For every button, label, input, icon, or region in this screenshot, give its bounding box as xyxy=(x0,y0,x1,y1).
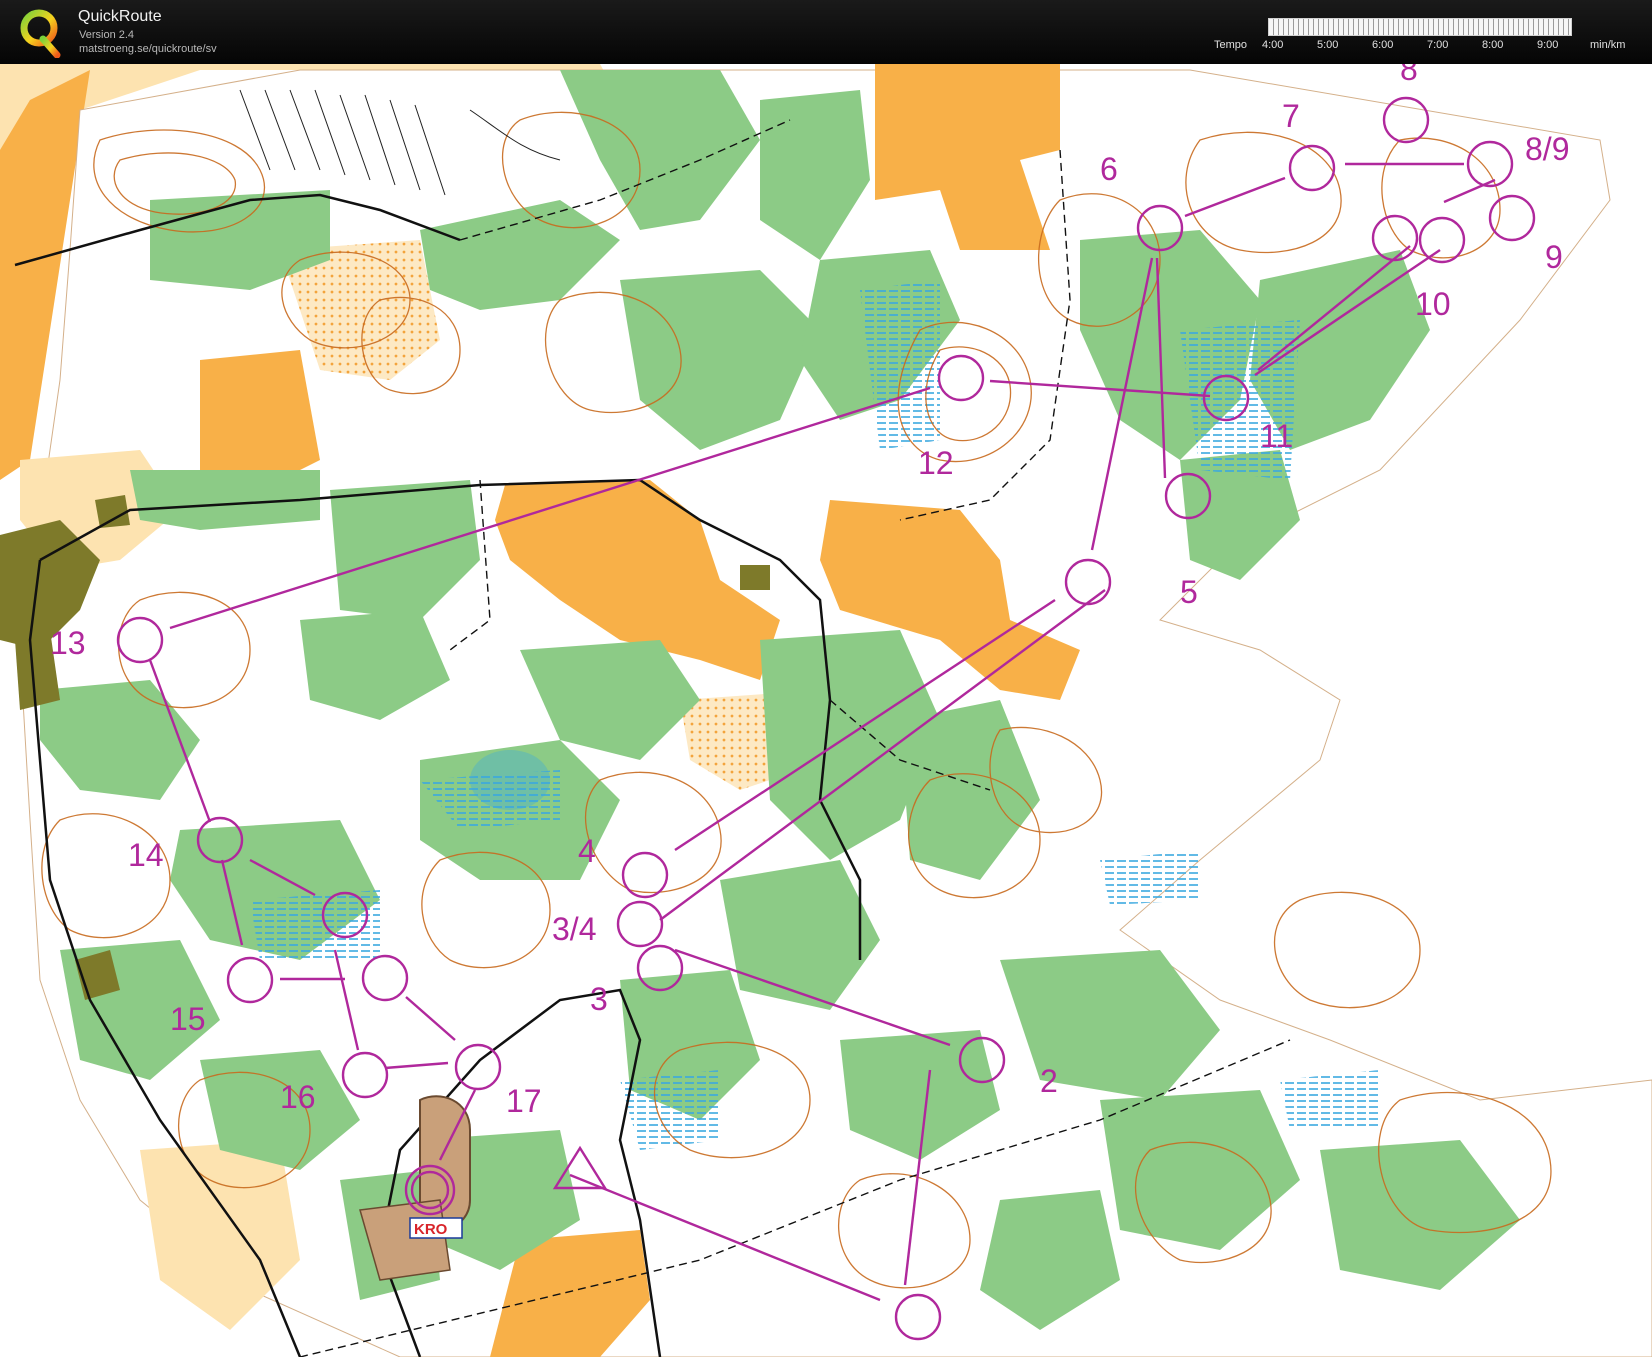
orienteering-map[interactable]: 2 3 3/4 4 5 6 7 8 8/9 9 10 11 12 13 14 1… xyxy=(0,64,1652,1357)
control-label: 17 xyxy=(506,1083,542,1119)
control-label: 16 xyxy=(280,1079,316,1115)
control-label: 4 xyxy=(578,833,596,869)
control-label: 9 xyxy=(1545,239,1563,275)
control-label: 6 xyxy=(1100,151,1118,187)
tempo-tick: 9:00 xyxy=(1537,39,1559,51)
app-title: QuickRoute xyxy=(78,8,162,25)
control-label: 10 xyxy=(1415,286,1451,322)
control-label: 5 xyxy=(1180,574,1198,610)
tempo-tick: 6:00 xyxy=(1372,39,1394,51)
control-label: 2 xyxy=(1040,1063,1058,1099)
tempo-tick: 5:00 xyxy=(1317,39,1339,51)
control-label: 3 xyxy=(590,981,608,1017)
control-label: 13 xyxy=(50,625,86,661)
svg-text:KRO: KRO xyxy=(414,1221,448,1238)
tempo-label: Tempo xyxy=(1214,39,1248,51)
tempo-unit: min/km xyxy=(1590,39,1626,51)
tempo-scale-bar xyxy=(1268,18,1572,36)
app-version: Version 2.4 xyxy=(79,29,135,41)
tempo-tick: 4:00 xyxy=(1262,39,1284,51)
control-label: 14 xyxy=(128,837,164,873)
club-logo: KRO xyxy=(409,1217,463,1239)
control-label: 8/9 xyxy=(1525,131,1569,167)
app-header: QuickRoute Version 2.4 matstroeng.se/qui… xyxy=(0,0,1652,64)
quickroute-logo-icon xyxy=(20,9,61,58)
app-url[interactable]: matstroeng.se/quickroute/sv xyxy=(79,43,217,55)
control-label: 3/4 xyxy=(552,911,596,947)
control-label: 15 xyxy=(170,1001,206,1037)
tempo-tick: 7:00 xyxy=(1427,39,1449,51)
control-label: 7 xyxy=(1282,98,1300,134)
control-label: 8 xyxy=(1400,64,1418,87)
control-label: 11 xyxy=(1260,418,1293,454)
control-label: 12 xyxy=(918,445,954,481)
tempo-tick: 8:00 xyxy=(1482,39,1504,51)
